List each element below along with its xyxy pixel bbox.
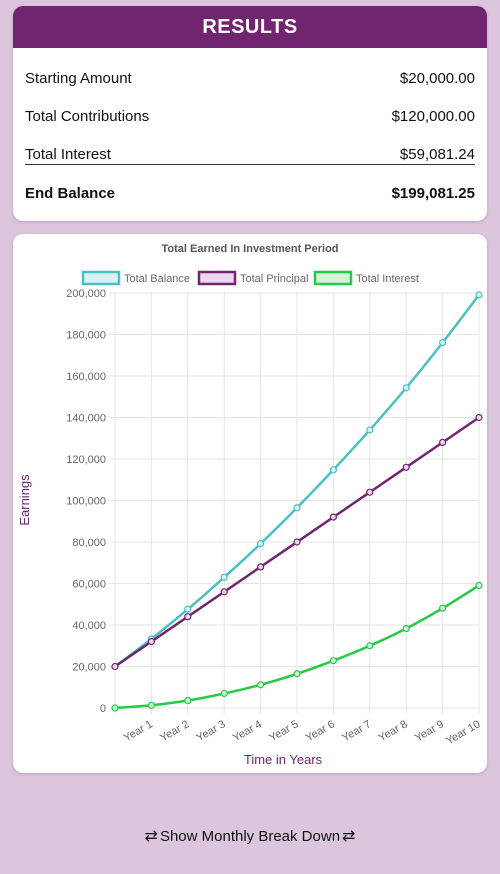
repeat-icon: ⇄	[342, 828, 356, 845]
row-label: Total Interest	[25, 146, 111, 163]
data-point	[293, 538, 301, 546]
data-point	[184, 605, 192, 613]
x-tick-label: Year 9	[413, 718, 446, 744]
data-point	[293, 670, 301, 678]
repeat-icon: ⇄	[144, 828, 158, 845]
data-point	[329, 657, 337, 665]
y-tick-label: 200,000	[66, 288, 106, 300]
y-tick-label: 180,000	[66, 330, 106, 342]
show-monthly-breakdown-button[interactable]: ⇄ Show Monthly Break Down ⇄	[0, 826, 500, 846]
data-point	[402, 624, 410, 633]
data-point	[220, 689, 228, 698]
row-value: $199,081.25	[391, 185, 475, 202]
data-point	[402, 463, 410, 471]
data-point	[147, 701, 155, 709]
data-point	[220, 573, 228, 581]
row-value: $20,000.00	[399, 70, 475, 87]
data-point	[366, 426, 374, 434]
data-point	[257, 563, 265, 571]
data-point	[220, 588, 228, 596]
y-tick-label: 160,000	[66, 371, 106, 383]
data-point	[439, 604, 447, 612]
y-tick-label: 60,000	[72, 579, 106, 591]
end-balance-row: End Balance $199,081.25	[25, 185, 475, 202]
data-point	[439, 438, 447, 446]
x-tick-label: Year 8	[377, 718, 410, 744]
data-point	[366, 488, 374, 496]
data-point	[475, 581, 483, 590]
data-point	[111, 662, 119, 671]
total-contributions-row: Total Contributions $120,000.00	[25, 108, 475, 125]
data-point	[257, 540, 265, 548]
legend-swatch	[81, 270, 121, 286]
data-point	[475, 413, 483, 422]
total-interest-row: Total Interest $59,081.24	[25, 146, 475, 165]
starting-amount-row: Starting Amount $20,000.00	[25, 70, 475, 87]
chart-title: Total Earned In Investment Period	[161, 243, 338, 255]
x-tick-label: Year 2	[158, 718, 191, 744]
x-tick-label: Year 7	[340, 718, 373, 744]
data-point	[402, 384, 410, 392]
data-point	[257, 681, 265, 689]
data-point	[184, 696, 192, 705]
x-tick-label: Year 10	[444, 718, 483, 747]
data-point	[366, 642, 374, 650]
button-label: Show Monthly Break Down	[159, 827, 341, 845]
row-label: Starting Amount	[25, 70, 132, 87]
y-tick-label: 140,000	[66, 413, 106, 425]
y-tick-label: 120,000	[66, 454, 106, 466]
chart-card: Total Earned In Investment Period Total B…	[13, 234, 487, 773]
x-tick-label: Year 5	[267, 718, 300, 744]
row-label: Total Contributions	[25, 108, 150, 125]
data-point	[475, 291, 483, 299]
x-tick-label: Year 3	[195, 718, 228, 744]
data-point	[184, 613, 192, 621]
row-value: $59,081.24	[399, 146, 475, 163]
data-point	[329, 466, 337, 474]
y-tick-label: 20,000	[72, 662, 106, 674]
earnings-chart: Total Earned In Investment Period Total B…	[17, 243, 483, 767]
x-tick-label: Year 4	[231, 718, 264, 744]
data-point	[329, 513, 337, 521]
x-tick-label: Year 1	[122, 718, 155, 744]
y-tick-label: 80,000	[72, 537, 106, 549]
data-point	[439, 338, 447, 347]
legend-label: Total Balance	[124, 273, 190, 285]
legend-label: Total Principal	[240, 273, 308, 285]
legend-swatch	[197, 270, 237, 286]
legend-label: Total Interest	[356, 273, 419, 285]
y-tick-label: 100,000	[66, 496, 106, 508]
results-title: RESULTS	[13, 6, 487, 48]
data-point	[293, 504, 301, 512]
y-axis-label: Earnings	[17, 474, 32, 526]
results-card: RESULTS Starting Amount $20,000.00 Total…	[13, 6, 487, 221]
data-point	[111, 704, 119, 712]
page: RESULTS Starting Amount $20,000.00 Total…	[0, 0, 500, 874]
x-tick-label: Year 6	[304, 718, 337, 744]
x-axis-label: Time in Years	[244, 752, 323, 767]
data-point	[147, 638, 155, 646]
y-tick-label: 40,000	[72, 620, 106, 632]
y-tick-label: 0	[100, 703, 106, 715]
row-value: $120,000.00	[391, 108, 475, 125]
legend-swatch	[313, 270, 353, 286]
row-label: End Balance	[25, 185, 116, 202]
